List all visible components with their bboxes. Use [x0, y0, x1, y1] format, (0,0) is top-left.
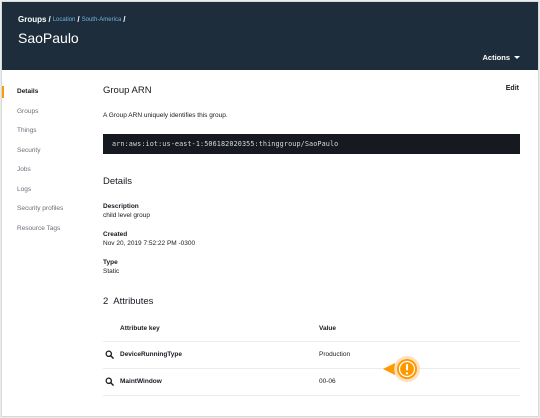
breadcrumb: Groups / Location / South-America / [18, 15, 128, 24]
created-value: Nov 20, 2019 7:52:22 PM -0300 [103, 240, 196, 247]
details-heading: Details [103, 176, 133, 187]
sidebar-item-details[interactable]: Details [2, 82, 82, 102]
search-icon[interactable] [105, 350, 114, 359]
created-field: Created Nov 20, 2019 7:52:22 PM -0300 [103, 231, 195, 247]
attribute-value: 00-06 [319, 378, 336, 385]
column-value: Value [319, 325, 336, 332]
type-label: Type [103, 259, 118, 266]
attribute-key: DeviceRunningType [120, 351, 183, 358]
attribute-value: Production [319, 351, 351, 358]
actions-button[interactable]: Actions [482, 53, 520, 62]
type-value: Static [103, 268, 120, 275]
sidebar-item-resource-tags[interactable]: Resource Tags [2, 219, 82, 239]
sidebar-item-jobs[interactable]: Jobs [2, 160, 82, 180]
breadcrumb-groups[interactable]: Groups [18, 15, 46, 24]
group-arn-value: arn:aws:iot:us-east-1:506182020355:thing… [103, 134, 520, 154]
table-row: MaintWindow 00-06 [103, 369, 520, 396]
edit-button[interactable]: Edit [506, 85, 519, 92]
sidebar-item-logs[interactable]: Logs [2, 180, 82, 200]
page-title: SaoPaulo [18, 30, 79, 46]
sidebar-item-groups[interactable]: Groups [2, 102, 82, 122]
actions-button-label: Actions [482, 53, 510, 62]
description-label: Description [103, 203, 139, 210]
sidebar-item-security-profiles[interactable]: Security profiles [2, 199, 82, 219]
description-value: child level group [103, 212, 150, 219]
sidebar-nav: Details Groups Things Security Jobs Logs… [2, 82, 82, 238]
breadcrumb-separator: / [48, 15, 51, 24]
attribute-key: MaintWindow [120, 378, 162, 385]
column-attribute-key: Attribute key [120, 325, 160, 332]
group-arn-heading: Group ARN [103, 85, 152, 96]
breadcrumb-south-america[interactable]: South-America [82, 17, 122, 23]
console-frame: Groups / Location / South-America / SaoP… [1, 1, 539, 417]
search-icon[interactable] [105, 377, 114, 386]
sidebar-item-security[interactable]: Security [2, 141, 82, 161]
table-row: DeviceRunningType Production [103, 342, 520, 369]
attributes-count: 2 [103, 296, 109, 307]
sidebar-item-things[interactable]: Things [2, 121, 82, 141]
attributes-table-header: Attribute key Value [103, 316, 520, 342]
description-field: Description child level group [103, 203, 150, 219]
created-label: Created [103, 231, 128, 238]
group-arn-description: A Group ARN uniquely identifies this gro… [103, 112, 228, 119]
caret-down-icon [514, 56, 520, 59]
breadcrumb-separator: / [77, 15, 80, 24]
exclamation-icon [383, 356, 420, 382]
page-header: Groups / Location / South-America / SaoP… [2, 2, 538, 70]
breadcrumb-separator: / [123, 15, 126, 24]
attributes-heading: 2 Attributes [103, 296, 153, 307]
attributes-table: Attribute key Value DeviceRunningType Pr… [103, 316, 520, 396]
type-field: Type Static [103, 259, 119, 275]
breadcrumb-location[interactable]: Location [53, 17, 76, 23]
attributes-title: Attributes [113, 296, 154, 307]
